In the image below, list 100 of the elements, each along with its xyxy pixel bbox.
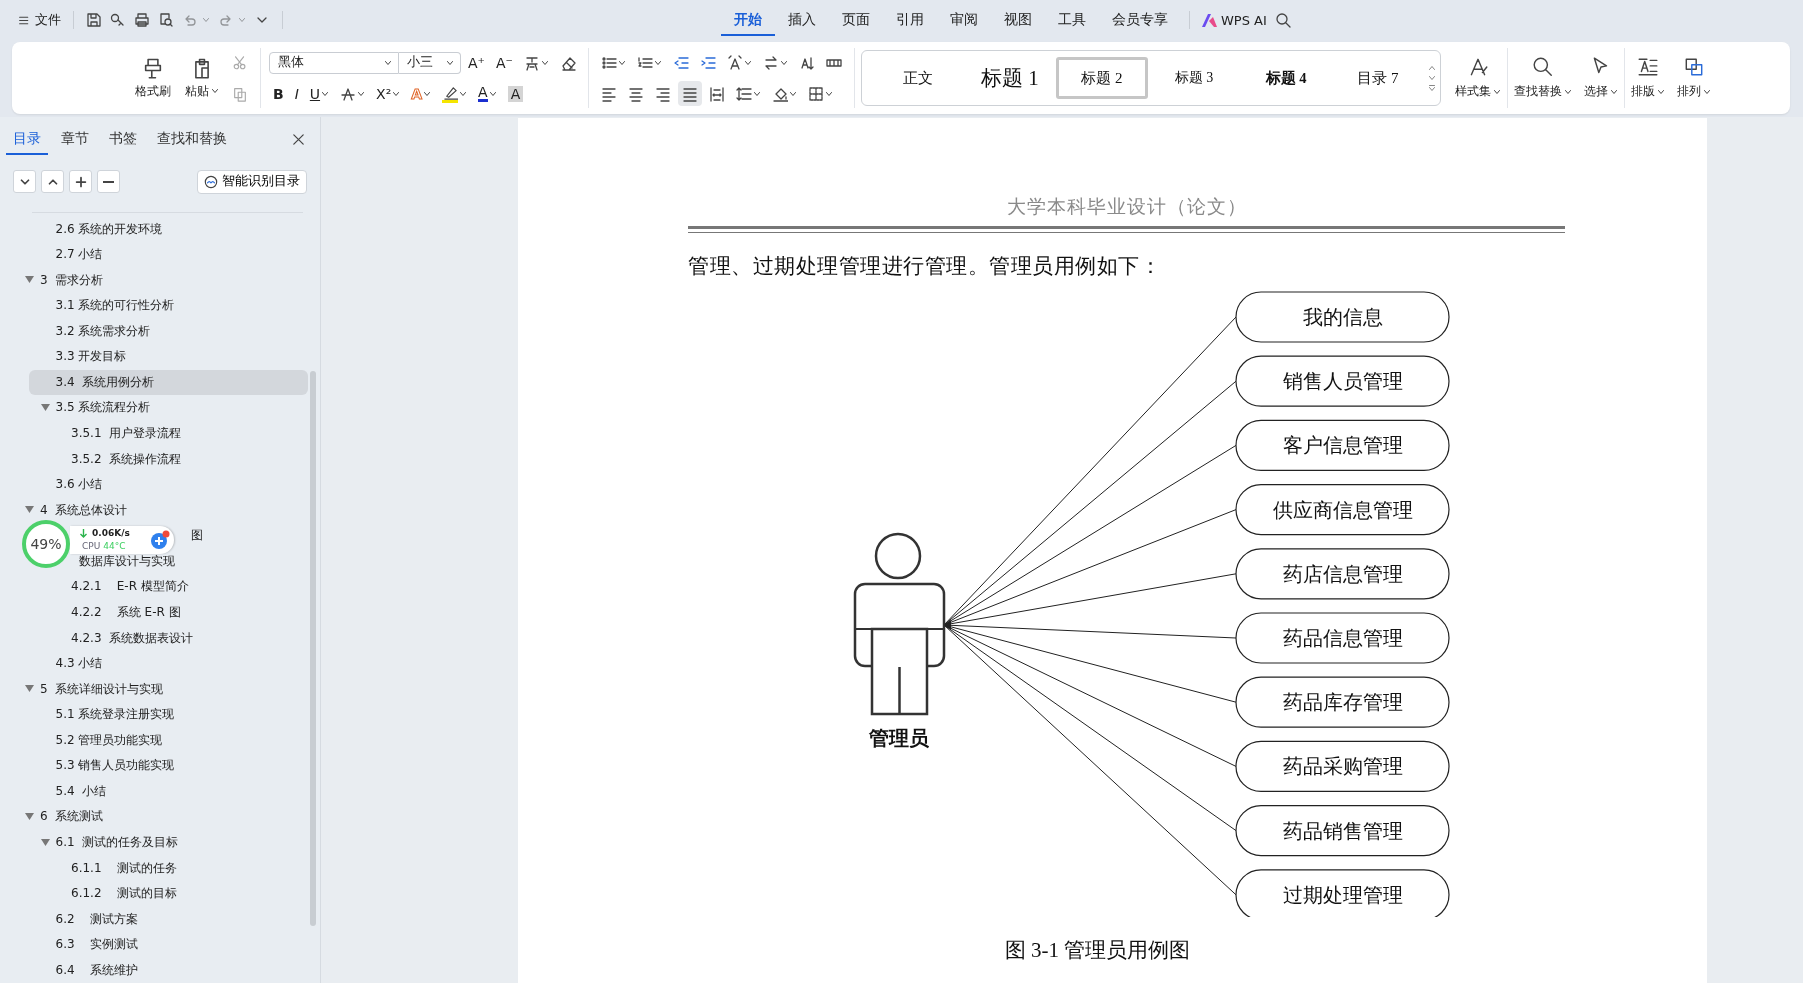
- smart-icon: [204, 174, 218, 189]
- outline-item[interactable]: 6.4 系统维护: [55, 957, 138, 983]
- caret-icon: [202, 16, 210, 24]
- outline-item[interactable]: 5.2 管理员功能实现: [55, 727, 163, 754]
- wps-ai-button[interactable]: WPS AI: [1198, 9, 1271, 31]
- outline-item[interactable]: 3.5 系统流程分析: [55, 395, 151, 421]
- page-header: 大学本科毕业设计（论文）: [1005, 195, 1248, 219]
- outline-item[interactable]: 6.1 测试的任务及目标: [55, 829, 179, 856]
- style-option[interactable]: 标题 3: [1147, 57, 1240, 99]
- file-menu-button[interactable]: 文件: [14, 8, 65, 32]
- outline-item[interactable]: 3.5.2 系统操作流程: [71, 446, 182, 472]
- cpu-temperature: 44°C: [103, 541, 126, 552]
- outline-item[interactable]: 4.2.2 系统 E-R 图: [71, 599, 181, 626]
- find-icon: [1531, 56, 1554, 78]
- menu-tab[interactable]: 插入: [775, 4, 829, 36]
- font-size-field[interactable]: 小三: [399, 51, 461, 74]
- expand-triangle-icon[interactable]: [25, 506, 34, 514]
- menu-tab[interactable]: 开始: [721, 4, 775, 36]
- grow-button[interactable]: A⁺: [464, 50, 489, 75]
- menu-tab[interactable]: 审阅: [937, 4, 991, 36]
- style-option[interactable]: 标题 4: [1239, 57, 1332, 99]
- style-set-button[interactable]: 样式集: [1448, 54, 1507, 102]
- outline-item[interactable]: 2.6 系统的开发环境: [55, 216, 163, 242]
- outline-item[interactable]: 6.2 测试方案: [55, 906, 138, 932]
- menu-tab[interactable]: 引用: [883, 4, 937, 36]
- italic-button[interactable]: I: [290, 81, 303, 106]
- expand-icon[interactable]: [1427, 84, 1436, 92]
- caret-icon: [321, 89, 330, 98]
- font-name-field[interactable]: 黑体: [269, 51, 399, 74]
- use-case-label: 销售人员管理: [1282, 370, 1403, 393]
- pane-tab[interactable]: 书签: [102, 126, 144, 155]
- format-painter-icon: [142, 56, 164, 79]
- justify-button[interactable]: [677, 81, 702, 106]
- outline-item[interactable]: 6.1.1 测试的任务: [71, 855, 177, 881]
- ai-logo-icon: [1202, 13, 1217, 27]
- outline-item[interactable]: 3.3 开发目标: [55, 344, 127, 370]
- shading-button[interactable]: A: [503, 81, 528, 106]
- outline-item[interactable]: 图: [190, 523, 203, 549]
- outline-item[interactable]: 3.6 小结: [55, 471, 103, 498]
- find-button[interactable]: 查找替换: [1507, 54, 1578, 102]
- paste-button[interactable]: 粘贴: [180, 54, 224, 102]
- outline-item[interactable]: 4 系统总体设计: [40, 497, 128, 523]
- outline-item[interactable]: 4.2.3 系统数据表设计: [71, 625, 194, 651]
- outline-item[interactable]: 3.2 系统需求分析: [55, 318, 151, 345]
- underline-button[interactable]: U: [305, 81, 334, 106]
- caret-icon: [617, 58, 626, 67]
- previous-button[interactable]: [41, 170, 64, 194]
- outline-item[interactable]: 3.5.1 用户登录流程: [71, 420, 182, 447]
- remove-button[interactable]: [97, 170, 120, 194]
- expand-triangle-icon[interactable]: [41, 838, 50, 846]
- scroll-up-icon[interactable]: [1427, 64, 1436, 72]
- outline-item[interactable]: 6.1.2 测试的目标: [71, 880, 177, 907]
- add-button[interactable]: [69, 170, 92, 194]
- style-option[interactable]: 目录 7: [1331, 57, 1424, 99]
- menu-tab[interactable]: 页面: [829, 4, 883, 36]
- superscript-button[interactable]: X²: [372, 81, 405, 106]
- figure-caption: 图 3-1 管理员用例图: [1003, 937, 1192, 964]
- outline-item[interactable]: 6.3 实例测试: [55, 932, 138, 958]
- outline-item[interactable]: 5 系统详细设计与实现: [40, 676, 164, 702]
- pane-tab[interactable]: 查找和替换: [150, 126, 234, 155]
- select-button[interactable]: 选择: [1577, 54, 1624, 102]
- expand-triangle-icon[interactable]: [25, 276, 34, 284]
- text-effect-button[interactable]: A: [407, 81, 436, 106]
- scrollbar[interactable]: [310, 371, 316, 926]
- pane-tab[interactable]: 章节: [54, 126, 96, 155]
- menu-tab[interactable]: 工具: [1045, 4, 1099, 36]
- smart-toc-button[interactable]: 智能识别目录: [197, 169, 307, 194]
- font-color-button[interactable]: A: [474, 81, 501, 106]
- scroll-down-icon[interactable]: [1427, 74, 1436, 82]
- style-option[interactable]: 标题 1: [963, 57, 1056, 99]
- outline-item[interactable]: 5.1 系统登录注册实现: [55, 701, 175, 728]
- outline-item[interactable]: 2.7 小结: [55, 241, 103, 268]
- outline-item[interactable]: 3 需求分析: [40, 267, 104, 293]
- format-painter-button[interactable]: 格式刷: [130, 54, 176, 102]
- add-icon[interactable]: [150, 530, 170, 550]
- outline-item[interactable]: 3.1 系统的可行性分析: [55, 292, 175, 319]
- arrange-button[interactable]: 排列: [1670, 54, 1717, 102]
- print-icon: [134, 12, 150, 28]
- shrink-button[interactable]: A⁻: [491, 50, 517, 75]
- menu-tab[interactable]: 会员专享: [1099, 4, 1181, 36]
- system-monitor-toast[interactable]: 0.06K/s CPU 44°C: [70, 526, 174, 554]
- distributed-icon: [708, 85, 725, 102]
- style-option[interactable]: 标题 2: [1055, 57, 1148, 99]
- pane-tab[interactable]: 目录: [6, 126, 48, 155]
- expand-triangle-icon[interactable]: [25, 813, 34, 821]
- next-button[interactable]: [13, 170, 36, 194]
- outline-item[interactable]: 5.3 销售人员功能实现: [55, 753, 175, 779]
- outline-item[interactable]: 6 系统测试: [40, 804, 104, 830]
- outline-item[interactable]: 4.3 小结: [55, 650, 103, 677]
- search-icon: [1274, 12, 1291, 28]
- bold-button[interactable]: B: [269, 81, 288, 106]
- expand-triangle-icon[interactable]: [25, 685, 34, 693]
- outline-item[interactable]: 3.4 系统用例分析: [29, 369, 308, 396]
- menu-tab[interactable]: 视图: [991, 4, 1045, 36]
- expand-triangle-icon[interactable]: [41, 404, 50, 412]
- outline-item[interactable]: 4.2.1 E-R 模型简介: [71, 574, 189, 600]
- layout-button[interactable]: 排版: [1624, 54, 1671, 102]
- outline-item[interactable]: 5.4 小结: [55, 778, 107, 805]
- style-option[interactable]: 正文: [871, 57, 964, 99]
- cut-icon: [232, 54, 248, 71]
